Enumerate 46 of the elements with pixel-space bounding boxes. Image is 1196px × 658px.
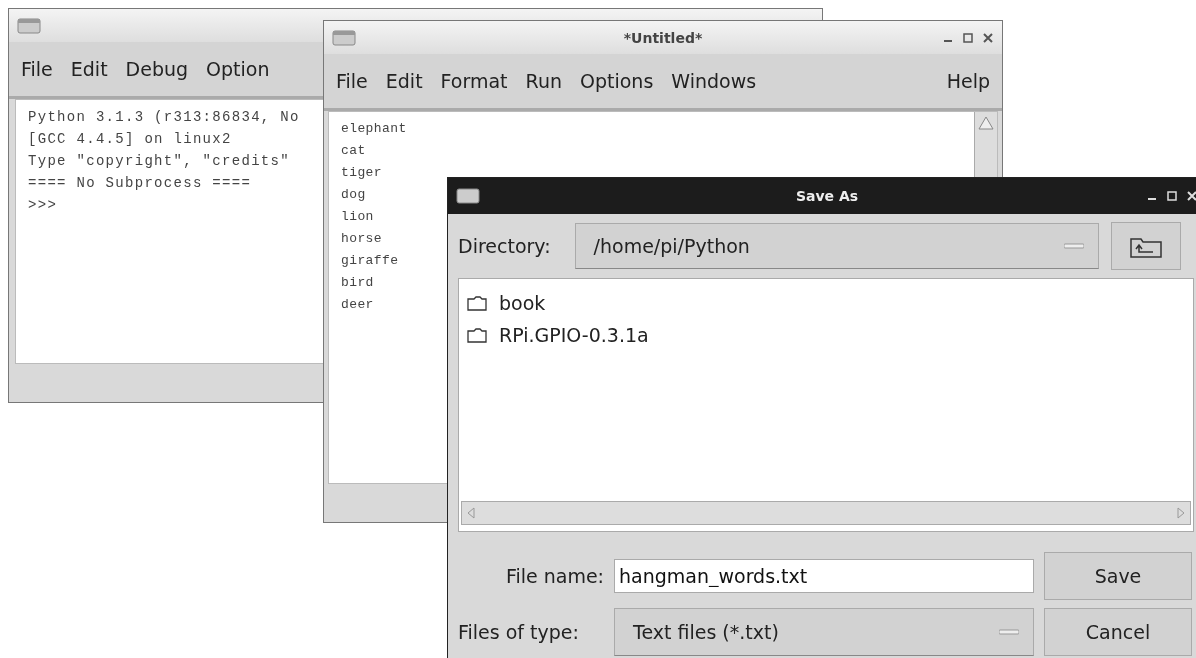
- menu-item[interactable]: Windows: [671, 70, 757, 92]
- file-type-label: Files of type:: [458, 621, 580, 643]
- text-line: cat: [341, 142, 366, 160]
- menu-item[interactable]: File: [336, 70, 368, 92]
- file-name-field[interactable]: hangman_words.txt: [614, 559, 1034, 593]
- console-line: [GCC 4.4.5] on linux2: [28, 130, 232, 149]
- menu-item[interactable]: Edit: [70, 58, 108, 80]
- file-name-label: File name:: [504, 565, 604, 587]
- console-line: ==== No Subprocess ====: [28, 174, 252, 193]
- parent-folder-button[interactable]: [1110, 222, 1181, 270]
- save-button[interactable]: Save: [1044, 552, 1192, 600]
- menu-item[interactable]: Help: [946, 70, 990, 92]
- folder-item[interactable]: RPi.GPIO-0.3.1a: [467, 319, 1185, 351]
- folder-item[interactable]: book: [467, 287, 1185, 319]
- text-line: bird: [341, 274, 374, 292]
- directory-dropdown[interactable]: /home/pi/Python: [574, 223, 1099, 269]
- menu-item[interactable]: Options: [580, 70, 654, 92]
- cancel-button[interactable]: Cancel: [1044, 608, 1192, 656]
- text-line: giraffe: [341, 252, 399, 270]
- window-title: Save As: [795, 188, 859, 204]
- dropdown-icon: [1063, 243, 1084, 249]
- text-line: horse: [341, 230, 382, 248]
- console-line: Type "copyright", "credits": [28, 152, 290, 171]
- text-line: elephant: [341, 120, 407, 138]
- text-line: tiger: [341, 164, 382, 182]
- folder-icon: [467, 295, 487, 311]
- dropdown-icon: [999, 629, 1019, 635]
- text-line: lion: [341, 208, 374, 226]
- menu-item[interactable]: Debug: [125, 58, 189, 80]
- menu-item[interactable]: Format: [440, 70, 508, 92]
- menu-item[interactable]: Edit: [385, 70, 423, 92]
- file-type-dropdown[interactable]: Text files (*.txt): [614, 608, 1034, 656]
- menu-item[interactable]: Option: [206, 58, 270, 80]
- text-line: deer: [341, 296, 374, 314]
- maximize-icon[interactable]: [962, 31, 974, 44]
- window-menu-icon[interactable]: [456, 188, 480, 204]
- menu-item[interactable]: Run: [525, 70, 562, 92]
- console-line: >>>: [28, 196, 58, 215]
- menu-item[interactable]: File: [21, 58, 53, 80]
- close-icon[interactable]: [982, 31, 994, 44]
- scroll-up-icon[interactable]: [977, 114, 995, 132]
- folder-icon: [467, 327, 487, 343]
- directory-label: Directory:: [458, 235, 551, 257]
- text-line: dog: [341, 186, 366, 204]
- console-line: Python 3.1.3 (r313:86834, No: [28, 108, 300, 127]
- window-title: *Untitled*: [623, 29, 703, 46]
